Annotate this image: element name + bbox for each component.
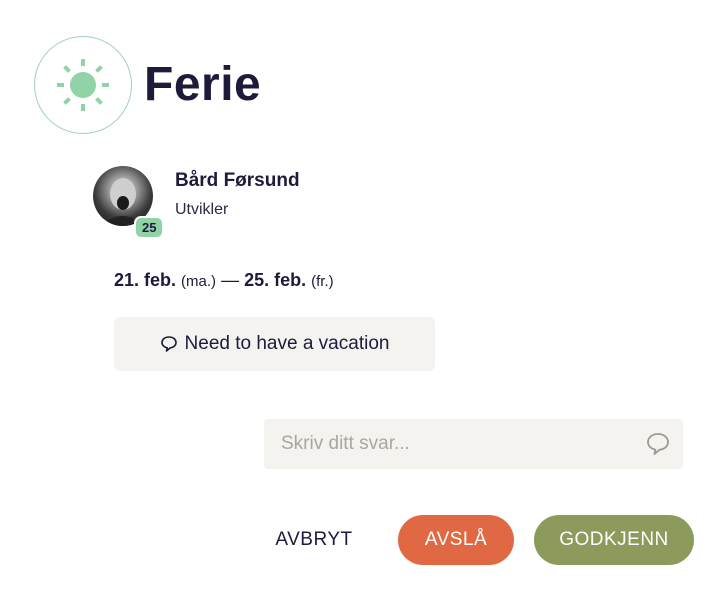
date-range: 21. feb. (ma.) — 25. feb. (fr.): [114, 270, 334, 291]
speech-bubble-icon[interactable]: [645, 431, 671, 457]
comment-text: Need to have a vacation: [184, 333, 390, 354]
request-comment: Need to have a vacation: [114, 317, 435, 371]
approve-button[interactable]: GODKJENN: [534, 515, 694, 565]
count-badge: 25: [134, 216, 165, 239]
user-name: Bård Førsund: [175, 170, 300, 191]
reply-input[interactable]: [279, 432, 645, 456]
reply-field[interactable]: [264, 419, 683, 469]
speech-bubble-icon: [160, 336, 177, 352]
reject-button[interactable]: AVSLÅ: [398, 515, 514, 565]
date-separator: —: [221, 270, 240, 290]
header: Ferie: [34, 36, 261, 134]
user-info: Bård Førsund Utvikler: [175, 166, 300, 228]
page-title: Ferie: [144, 58, 262, 111]
start-date: 21. feb.: [114, 270, 177, 290]
cancel-button[interactable]: AVBRYT: [262, 515, 366, 565]
user-role: Utvikler: [175, 201, 229, 218]
sun-icon-circle: [34, 36, 132, 134]
start-weekday: (ma.): [181, 273, 217, 290]
avatar-wrapper: 25: [93, 166, 165, 239]
end-date: 25. feb.: [244, 270, 307, 290]
sun-icon: [57, 59, 109, 111]
end-weekday: (fr.): [311, 273, 334, 290]
user-card: 25 Bård Førsund Utvikler: [93, 166, 300, 239]
